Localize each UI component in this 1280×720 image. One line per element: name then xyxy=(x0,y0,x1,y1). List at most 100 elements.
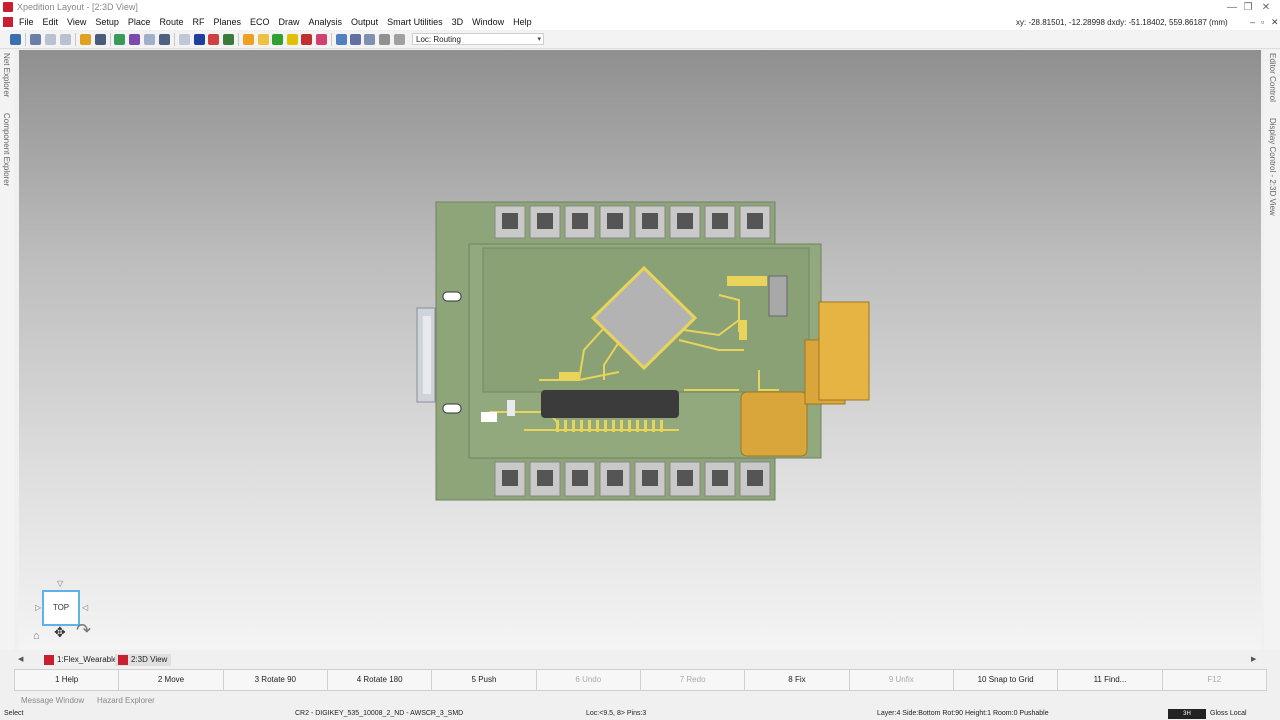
tab-3d-view[interactable]: 2:3D View xyxy=(115,654,172,666)
tab-scroll-right-icon[interactable]: ▶ xyxy=(1251,655,1256,663)
mdi-minimize-button[interactable]: – xyxy=(1250,17,1255,27)
menu-output[interactable]: Output xyxy=(351,17,378,27)
menu-planes[interactable]: Planes xyxy=(213,17,241,27)
status-layer-info: Layer:4 Side:Bottom Rot:90 Height:1 Room… xyxy=(877,710,1049,717)
menu-help[interactable]: Help xyxy=(513,17,532,27)
document-icon[interactable] xyxy=(3,17,13,27)
mode-icon[interactable] xyxy=(194,34,205,45)
route-icon[interactable] xyxy=(95,34,106,45)
close-button[interactable]: ✕ xyxy=(1254,0,1278,15)
diamond-icon[interactable] xyxy=(272,34,283,45)
tab-scroll-left-icon[interactable]: ◀ xyxy=(18,655,23,663)
fkey-find[interactable]: 11 Find... xyxy=(1057,669,1163,691)
fkey-fix[interactable]: 8 Fix xyxy=(744,669,850,691)
place-icon[interactable] xyxy=(80,34,91,45)
tab-label: 2:3D View xyxy=(131,655,168,664)
status-location: Loc:<9.5, 8> Pins:3 xyxy=(586,710,647,717)
menu-route[interactable]: Route xyxy=(159,17,183,27)
chevron-down-icon: ▾ xyxy=(537,36,541,43)
menu-window[interactable]: Window xyxy=(472,17,504,27)
pan-icon[interactable]: ✥ xyxy=(54,624,66,641)
view-up-arrow-icon[interactable]: ▽ xyxy=(57,579,63,588)
menu-eco[interactable]: ECO xyxy=(250,17,270,27)
properties-icon[interactable] xyxy=(379,34,390,45)
locale-select-value: Loc: Routing xyxy=(416,35,461,44)
fkey-rotate-180[interactable]: 4 Rotate 180 xyxy=(326,669,433,691)
menu-edit[interactable]: Edit xyxy=(43,17,59,27)
highlight-icon[interactable] xyxy=(258,34,269,45)
grid-icon[interactable] xyxy=(159,34,170,45)
document-tabs: ◀ 1:Flex_Wearable 2:3D View ▶ xyxy=(0,652,1280,668)
redo-icon[interactable] xyxy=(60,34,71,45)
locale-select[interactable]: Loc: Routing ▾ xyxy=(412,33,544,45)
menu-analysis[interactable]: Analysis xyxy=(309,17,343,27)
select-icon[interactable] xyxy=(179,34,190,45)
regulator xyxy=(768,275,788,317)
view-right-arrow-icon[interactable]: ◁ xyxy=(82,603,88,612)
3d-icon[interactable] xyxy=(223,34,234,45)
status-bar: Select CR2 - DIGIKEY_535_10008_2_ND - AW… xyxy=(0,709,1280,720)
menu-3d[interactable]: 3D xyxy=(452,17,464,27)
flex-cable xyxy=(740,391,808,457)
save-icon[interactable] xyxy=(10,34,21,45)
component-explorer-tab[interactable]: Component Explorer xyxy=(2,113,11,186)
check-icon[interactable] xyxy=(316,34,327,45)
fkey-f12[interactable]: F12 xyxy=(1161,669,1267,691)
mdi-restore-button[interactable]: ▫ xyxy=(1261,17,1264,27)
editor-control-tab[interactable]: Editor Control xyxy=(1268,53,1277,102)
fkey-redo[interactable]: 7 Redo xyxy=(639,669,746,691)
display-icon[interactable] xyxy=(114,34,125,45)
menu-rf[interactable]: RF xyxy=(192,17,204,27)
layer-icon[interactable] xyxy=(129,34,140,45)
fkey-undo[interactable]: 6 Undo xyxy=(535,669,641,691)
right-panel-rail: Editor Control Display Control - 2:3D Vi… xyxy=(1264,50,1280,650)
status-badge: 3H xyxy=(1168,709,1206,719)
mdi-close-button[interactable]: ✕ xyxy=(1271,17,1279,28)
hazard-explorer-tab[interactable]: Hazard Explorer xyxy=(97,696,155,705)
toolbar: Loc: Routing ▾ xyxy=(0,31,1280,49)
warning-icon[interactable] xyxy=(287,34,298,45)
fkey-help[interactable]: 1 Help xyxy=(14,669,120,691)
view-left-arrow-icon[interactable]: ▷ xyxy=(35,603,41,612)
status-part: CR2 - DIGIKEY_535_10008_2_ND - AWSCR_3_S… xyxy=(295,710,464,717)
3d-viewport[interactable] xyxy=(19,50,1261,650)
fkey-unfix[interactable]: 9 Unfix xyxy=(848,669,954,691)
menu-file[interactable]: File xyxy=(19,17,34,27)
home-icon[interactable]: ⌂ xyxy=(33,630,40,642)
layout-doc-icon xyxy=(44,655,54,665)
fkey-snap-to-grid[interactable]: 10 Snap to Grid xyxy=(952,669,1059,691)
filter-icon[interactable] xyxy=(394,34,405,45)
fkey-move[interactable]: 2 Move xyxy=(118,669,224,691)
menu-draw[interactable]: Draw xyxy=(279,17,300,27)
tab-flex-wearable[interactable]: 1:Flex_Wearable xyxy=(41,654,121,666)
menu-place[interactable]: Place xyxy=(128,17,151,27)
left-panel-rail: Net Explorer Component Explorer xyxy=(0,50,14,650)
copy-icon[interactable] xyxy=(144,34,155,45)
3d-doc-icon xyxy=(118,655,128,665)
app-logo-icon xyxy=(3,2,13,12)
drc-icon[interactable] xyxy=(243,34,254,45)
zoom-area-icon[interactable] xyxy=(364,34,375,45)
fkey-push[interactable]: 5 Push xyxy=(431,669,537,691)
view-cube-face: TOP xyxy=(52,603,70,612)
title-bar: Xpedition Layout - [2:3D View] — ❐ ✕ xyxy=(0,0,1280,15)
cursor-coordinates: xy: -28.81501, -12.28998 dxdy: -51.18402… xyxy=(1016,18,1228,27)
undo-icon[interactable] xyxy=(45,34,56,45)
message-window-tab[interactable]: Message Window xyxy=(21,696,84,705)
chip-icon[interactable] xyxy=(301,34,312,45)
zoom-fit-icon[interactable] xyxy=(350,34,361,45)
menu-view[interactable]: View xyxy=(67,17,86,27)
zoom-icon[interactable] xyxy=(336,34,347,45)
view-cube[interactable]: TOP xyxy=(42,590,80,626)
orbit-icon[interactable]: ↷ xyxy=(76,620,91,641)
net-icon[interactable] xyxy=(208,34,219,45)
window-title: Xpedition Layout - [2:3D View] xyxy=(17,2,138,12)
net-explorer-tab[interactable]: Net Explorer xyxy=(2,53,11,97)
function-key-bar: 1 Help 2 Move 3 Rotate 90 4 Rotate 180 5… xyxy=(14,669,1267,691)
menu-setup[interactable]: Setup xyxy=(95,17,119,27)
menu-smart-utilities[interactable]: Smart Utilities xyxy=(387,17,443,27)
display-control-tab[interactable]: Display Control - 2:3D View xyxy=(1268,118,1277,216)
fkey-rotate-90[interactable]: 3 Rotate 90 xyxy=(222,669,328,691)
binoculars-icon[interactable] xyxy=(30,34,41,45)
menu-items: File Edit View Setup Place Route RF Plan… xyxy=(19,17,541,27)
